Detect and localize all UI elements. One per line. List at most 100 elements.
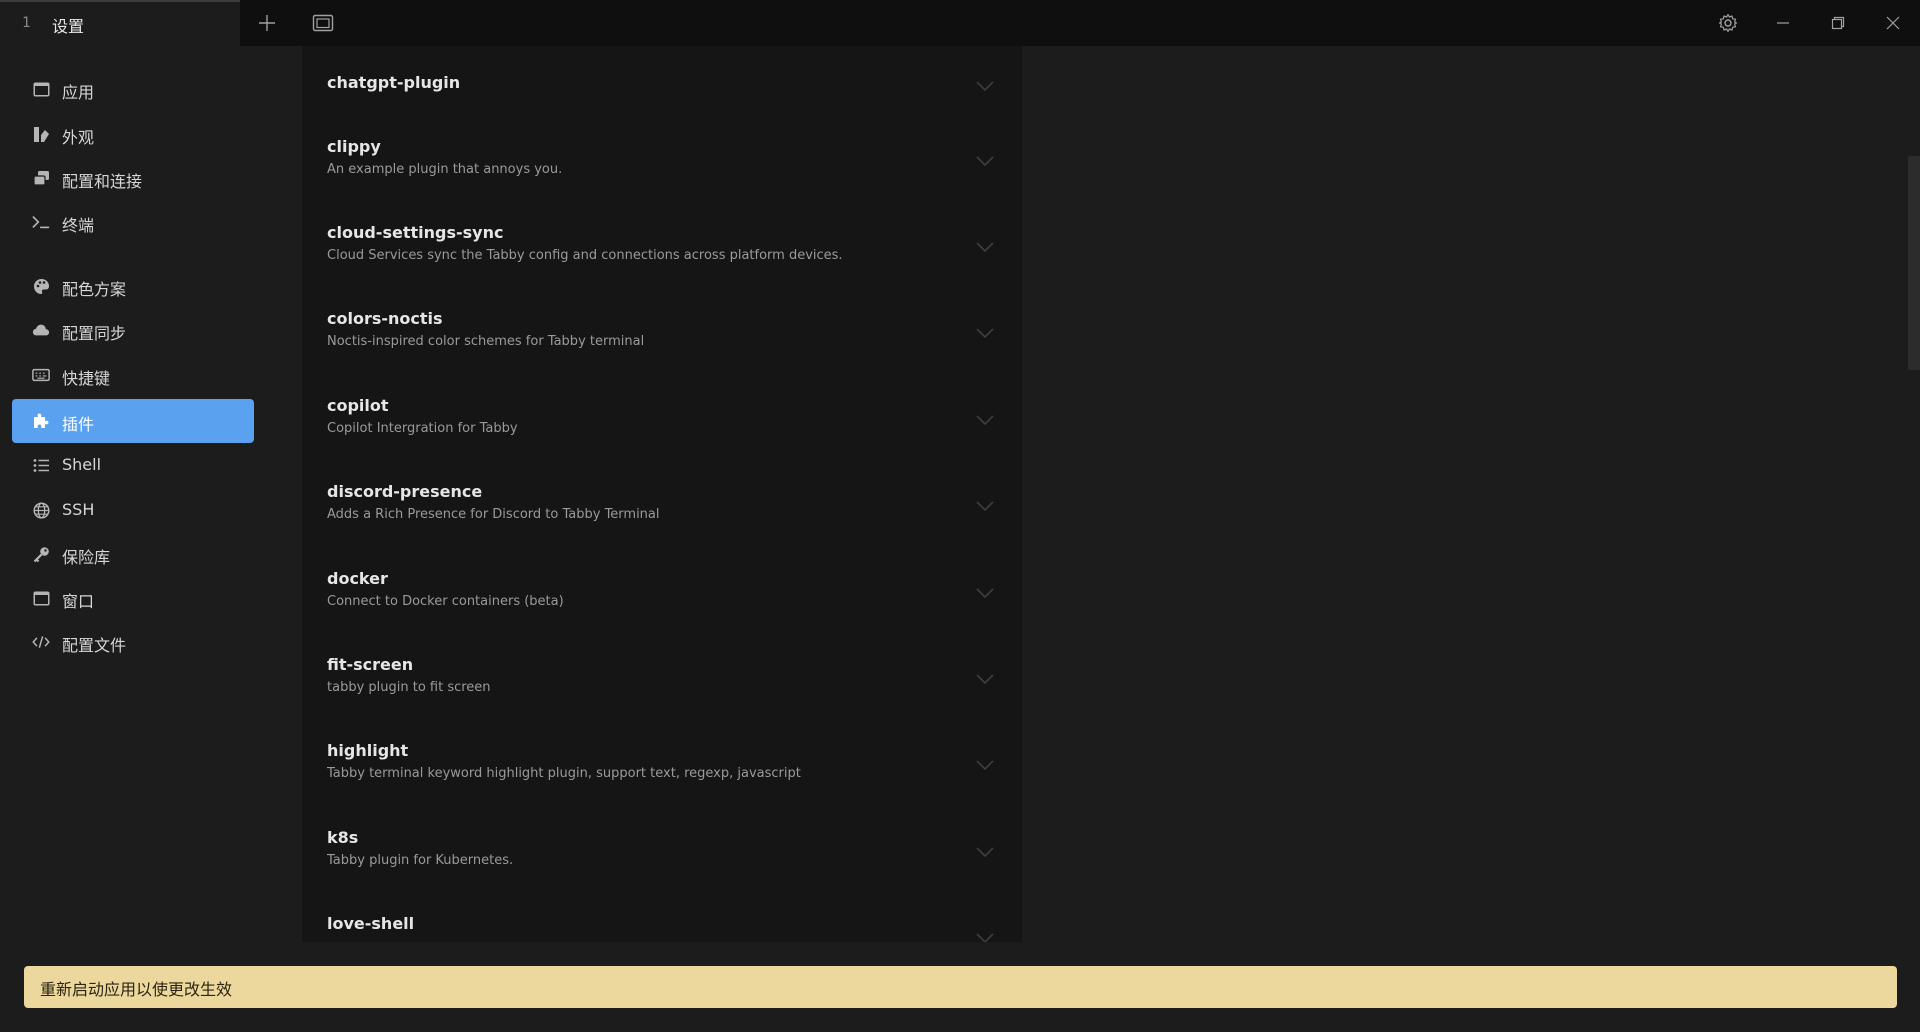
plugin-name: k8s — [327, 828, 359, 847]
app-window-icon — [32, 80, 50, 98]
sidebar-item-window[interactable]: 窗口 — [12, 576, 254, 620]
plugin-name: discord-presence — [327, 482, 483, 501]
close-icon — [1886, 16, 1900, 30]
plugin-item[interactable]: discord-presence Adds a Rich Presence fo… — [302, 477, 1022, 563]
restore-button[interactable] — [1823, 8, 1853, 38]
plugin-name: highlight — [327, 741, 409, 760]
sidebar-item-label: 配置和连接 — [62, 172, 143, 191]
tab-title: 设置 — [52, 17, 85, 36]
chevron-down-icon[interactable] — [975, 499, 995, 513]
plugin-description: Cloud Services sync the Tabby config and… — [327, 248, 843, 263]
gear-icon — [1718, 13, 1738, 33]
plugin-item[interactable]: chatgpt-plugin — [302, 46, 1022, 132]
plugin-name: chatgpt-plugin — [327, 73, 461, 92]
tab-settings[interactable]: 1 设置 — [0, 0, 240, 46]
new-tab-button[interactable] — [252, 8, 282, 38]
scrollbar-thumb[interactable] — [1908, 156, 1920, 370]
sidebar-item-label: SSH — [62, 500, 95, 519]
sidebar-item-label: 终端 — [62, 216, 95, 235]
list-icon — [32, 456, 50, 474]
plugin-item[interactable]: clippy An example plugin that annoys you… — [302, 132, 1022, 218]
chevron-down-icon[interactable] — [975, 758, 995, 772]
plugin-description: Tabby plugin for Kubernetes. — [327, 853, 514, 868]
sidebar-item-application[interactable]: 应用 — [12, 67, 254, 111]
settings-sidebar: 应用 外观 配置和连接 终端 配色方案 配置同步 快捷键 插件 Shell SS… — [0, 46, 270, 946]
sidebar-item-color-scheme[interactable]: 配色方案 — [12, 264, 254, 308]
plugin-item[interactable]: fit-screen tabby plugin to fit screen — [302, 650, 1022, 736]
chevron-down-icon[interactable] — [975, 845, 995, 859]
sidebar-item-ssh[interactable]: SSH — [12, 488, 254, 532]
sidebar-item-vault[interactable]: 保险库 — [12, 532, 254, 576]
restore-icon — [1831, 16, 1845, 30]
plugin-name: love-shell — [327, 914, 415, 933]
terminal-icon — [32, 213, 50, 231]
sidebar-item-config-sync[interactable]: 配置同步 — [12, 308, 254, 352]
sidebar-item-terminal[interactable]: 终端 — [12, 200, 254, 244]
plugin-name: colors-noctis — [327, 309, 443, 328]
code-icon — [32, 633, 50, 651]
sidebar-item-shell[interactable]: Shell — [12, 443, 254, 487]
sidebar-item-label: 快捷键 — [62, 369, 111, 388]
sidebar-item-appearance[interactable]: 外观 — [12, 112, 254, 156]
plugin-name: fit-screen — [327, 655, 414, 674]
plugin-item[interactable]: love-shell — [302, 909, 1022, 942]
sidebar-item-label: 配置同步 — [62, 324, 127, 343]
plugin-description: Copilot Intergration for Tabby — [327, 421, 518, 436]
plugin-name: copilot — [327, 396, 389, 415]
plugin-description: Connect to Docker containers (beta) — [327, 594, 564, 609]
puzzle-icon — [32, 412, 50, 430]
chevron-down-icon[interactable] — [975, 413, 995, 427]
plugin-list: chatgpt-plugin clippy An example plugin … — [302, 46, 1022, 942]
chevron-down-icon[interactable] — [975, 154, 995, 168]
plugin-description: Adds a Rich Presence for Discord to Tabb… — [327, 507, 660, 522]
chevron-down-icon[interactable] — [975, 931, 995, 942]
sidebar-item-label: 应用 — [62, 83, 95, 102]
plugin-description: An example plugin that annoys you. — [327, 162, 563, 177]
sidebar-item-profiles[interactable]: 配置和连接 — [12, 156, 254, 200]
minimize-icon — [1777, 22, 1789, 24]
tab-overview-button[interactable] — [308, 8, 338, 38]
sidebar-item-label: 窗口 — [62, 592, 95, 611]
sidebar-item-label: 插件 — [62, 415, 95, 434]
globe-icon — [32, 501, 50, 519]
plugin-description: tabby plugin to fit screen — [327, 680, 491, 695]
plugin-description: Tabby terminal keyword highlight plugin,… — [327, 766, 801, 781]
chevron-down-icon[interactable] — [975, 79, 995, 93]
chevron-down-icon[interactable] — [975, 586, 995, 600]
plugin-name: docker — [327, 569, 388, 588]
sidebar-item-label: 外观 — [62, 128, 95, 147]
restart-notice: 重新启动应用以使更改生效 — [24, 966, 1897, 1008]
plus-icon — [259, 15, 275, 31]
palette-icon — [32, 277, 50, 295]
settings-button[interactable] — [1713, 8, 1743, 38]
plugin-item[interactable]: highlight Tabby terminal keyword highlig… — [302, 736, 1022, 822]
plugin-item[interactable]: colors-noctis Noctis-inspired color sche… — [302, 304, 1022, 390]
plugin-item[interactable]: cloud-settings-sync Cloud Services sync … — [302, 218, 1022, 304]
key-icon — [32, 545, 50, 563]
plugin-item[interactable]: copilot Copilot Intergration for Tabby — [302, 391, 1022, 477]
sidebar-item-label: Shell — [62, 455, 102, 474]
sidebar-item-label: 保险库 — [62, 548, 111, 567]
chevron-down-icon[interactable] — [975, 240, 995, 254]
appearance-icon — [32, 125, 50, 143]
profiles-icon — [32, 169, 50, 187]
sidebar-item-plugins[interactable]: 插件 — [12, 399, 254, 443]
plugin-item[interactable]: docker Connect to Docker containers (bet… — [302, 564, 1022, 650]
sidebar-item-label: 配置文件 — [62, 636, 127, 655]
keyboard-icon — [32, 366, 50, 384]
close-button[interactable] — [1878, 8, 1908, 38]
plugin-description: Noctis-inspired color schemes for Tabby … — [327, 334, 645, 349]
plugin-name: cloud-settings-sync — [327, 223, 504, 242]
title-bar: 1 设置 — [0, 0, 1920, 46]
sidebar-item-hotkeys[interactable]: 快捷键 — [12, 353, 254, 397]
chevron-down-icon[interactable] — [975, 672, 995, 686]
tab-index: 1 — [22, 15, 31, 31]
window-icon — [32, 589, 50, 607]
minimize-button[interactable] — [1768, 8, 1798, 38]
plugin-item[interactable]: k8s Tabby plugin for Kubernetes. — [302, 823, 1022, 909]
window-stack-icon — [312, 14, 334, 32]
sidebar-item-label: 配色方案 — [62, 280, 127, 299]
notice-text: 重新启动应用以使更改生效 — [40, 980, 233, 999]
sidebar-item-config-file[interactable]: 配置文件 — [12, 620, 254, 664]
chevron-down-icon[interactable] — [975, 326, 995, 340]
